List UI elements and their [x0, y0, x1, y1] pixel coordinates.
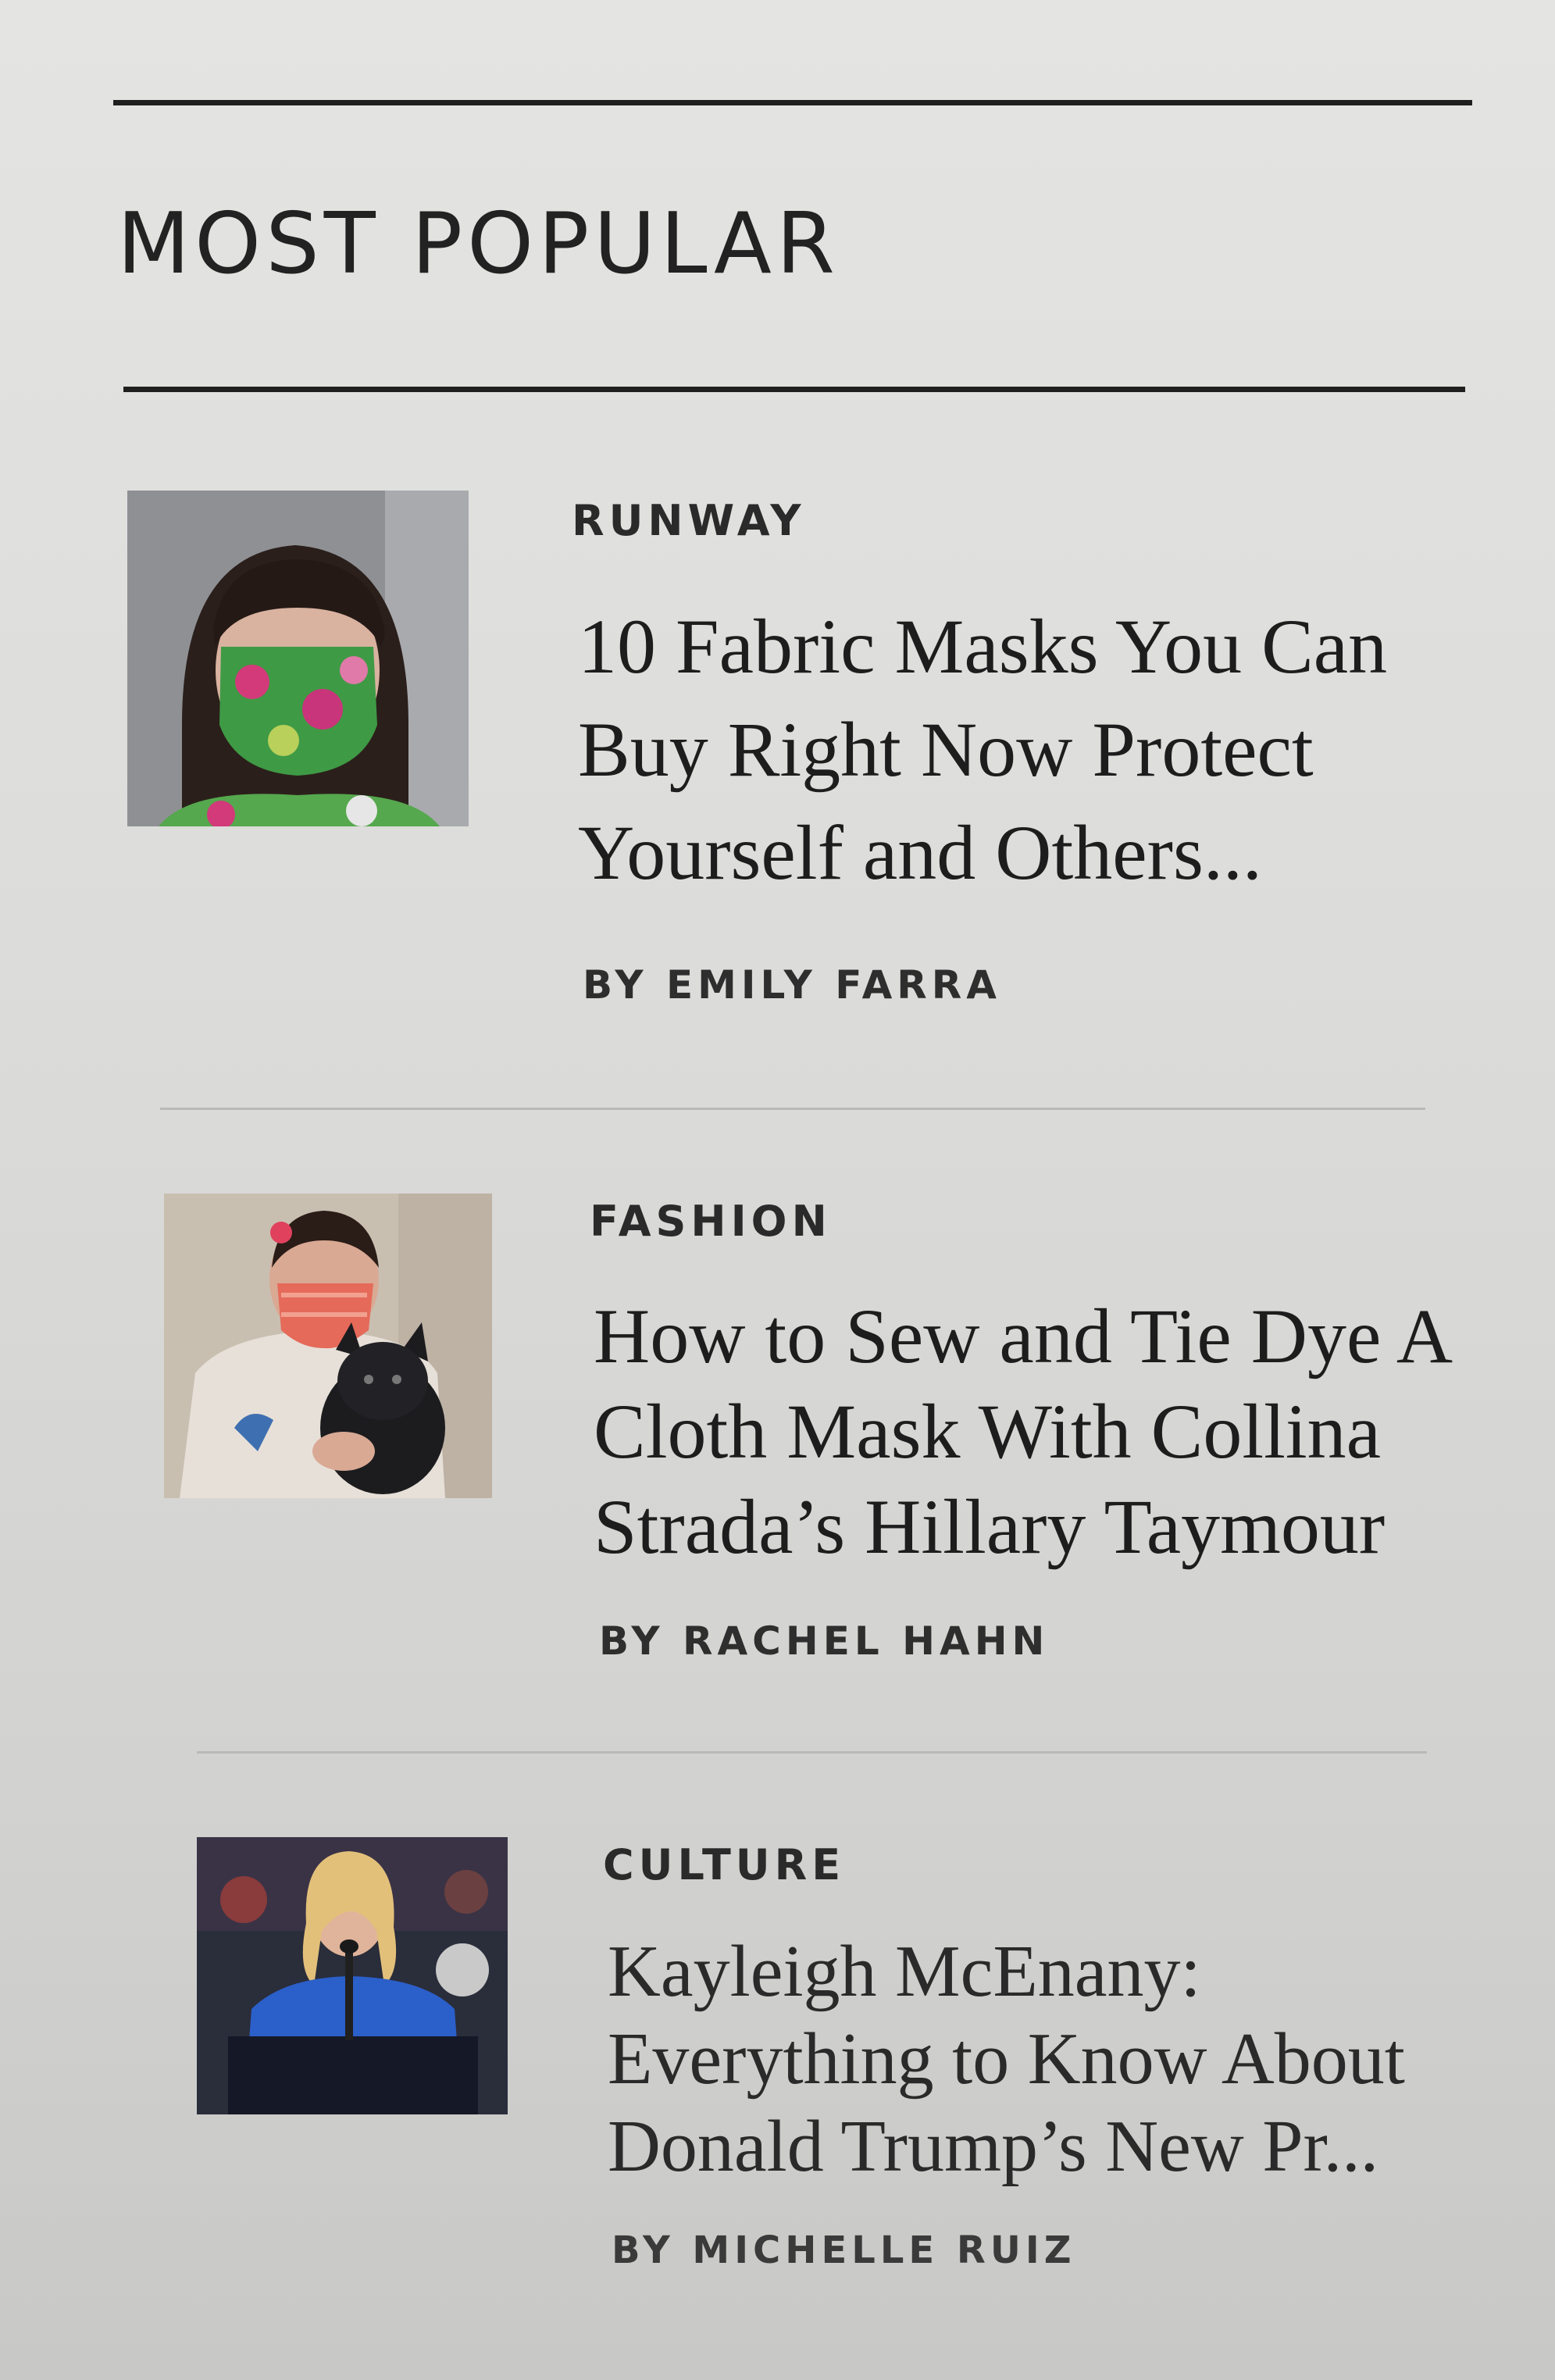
- top-rule: [113, 100, 1472, 105]
- article-divider: [160, 1108, 1425, 1110]
- article-thumbnail[interactable]: [197, 1837, 508, 2114]
- most-popular-page: MOST POPULAR RUNWAY 10 Fabric Masks You …: [0, 0, 1555, 2380]
- article-category[interactable]: RUNWAY: [572, 496, 806, 545]
- title-rule: [123, 387, 1465, 392]
- article-byline: BY MICHELLE RUIZ: [612, 2228, 1076, 2272]
- article-category[interactable]: FASHION: [590, 1197, 832, 1246]
- article-headline[interactable]: How to Sew and Tie Dye A Cloth Mask With…: [594, 1289, 1460, 1575]
- article-byline: BY RACHEL HAHN: [599, 1618, 1050, 1664]
- article-headline[interactable]: 10 Fabric Masks You Can Buy Right Now Pr…: [578, 595, 1421, 905]
- article-headline[interactable]: Kayleigh McEnany: Everything to Know Abo…: [608, 1928, 1467, 2190]
- article-byline: BY EMILY FARRA: [583, 962, 1002, 1008]
- section-title: MOST POPULAR: [117, 195, 840, 293]
- article-divider: [197, 1751, 1427, 1754]
- article-category[interactable]: CULTURE: [603, 1840, 845, 1889]
- article-thumbnail[interactable]: [164, 1194, 492, 1498]
- article-thumbnail[interactable]: [127, 491, 469, 826]
